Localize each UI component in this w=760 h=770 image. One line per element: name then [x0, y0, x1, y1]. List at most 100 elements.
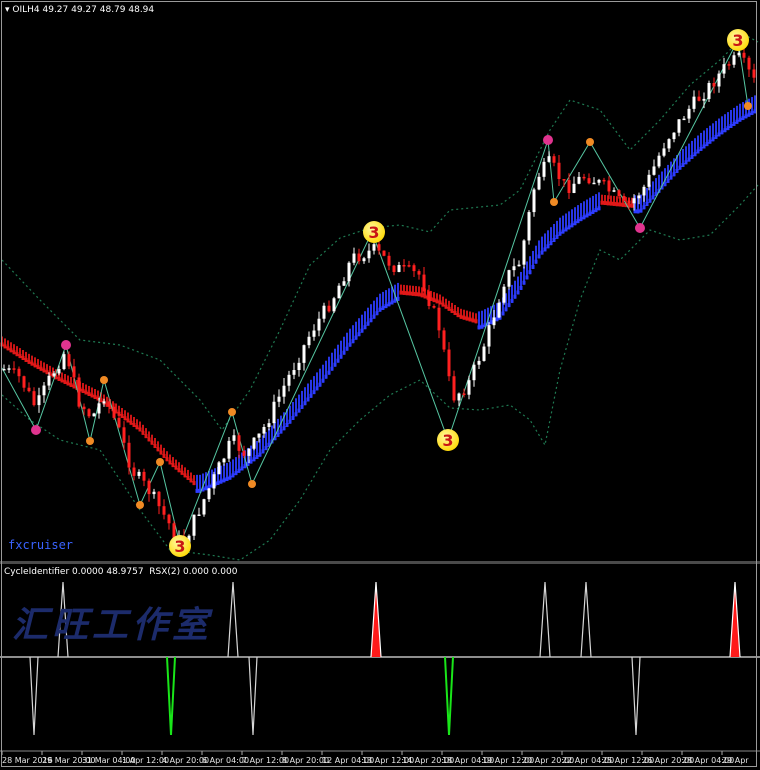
band-tip: [3, 344, 7, 349]
bear-candle: [382, 250, 386, 256]
band-tip: [510, 298, 514, 303]
bear-candle: [387, 255, 391, 266]
bull-candle: [692, 96, 696, 109]
studio-watermark: 汇旺工作室: [12, 605, 213, 646]
band-tip: [720, 130, 724, 135]
band-tip: [306, 397, 310, 402]
band-tip: [315, 386, 319, 391]
cycle-spike: [539, 581, 551, 658]
bear-candle: [87, 409, 91, 417]
zigzag-path: [1, 38, 749, 547]
bear-candle: [357, 253, 361, 262]
band-tip: [30, 361, 34, 366]
band-tip: [252, 457, 256, 462]
band-tip: [609, 201, 613, 206]
bear-candle: [327, 305, 331, 312]
bull-candle: [527, 212, 531, 241]
bull-candle: [277, 396, 281, 402]
price-chart[interactable]: 3 3 3 3 28 Mar 201629 Mar 20:0031 Mar 04:00…: [0, 0, 760, 770]
band-tip: [384, 304, 388, 309]
band-tip: [354, 335, 358, 340]
band-tip: [558, 231, 562, 236]
band-tip: [576, 219, 580, 224]
bear-candle: [107, 401, 111, 407]
cycle-spike: [631, 656, 641, 736]
band-tip: [177, 468, 181, 473]
band-tip: [333, 362, 337, 367]
bull-candle: [47, 375, 51, 386]
band-tip: [726, 126, 730, 131]
bull-candle: [652, 166, 656, 175]
band-tip: [687, 157, 691, 162]
band-tip: [234, 471, 238, 476]
band-tip: [753, 109, 757, 114]
band-tip: [27, 359, 31, 364]
band-tip: [600, 200, 604, 205]
bear-candle: [142, 471, 146, 481]
bull-candle: [667, 139, 671, 149]
bull-candle: [2, 368, 6, 371]
bull-candle: [687, 108, 691, 119]
pane-separator[interactable]: [0, 561, 760, 564]
band-tip: [21, 356, 25, 360]
band-tip: [381, 305, 385, 310]
band-tip: [534, 259, 538, 264]
band-tip: [570, 223, 574, 228]
band-tip: [612, 201, 616, 206]
bull-candle: [317, 318, 321, 331]
bull-candle: [657, 155, 661, 167]
red-cycle-spike: [729, 581, 741, 658]
band-tip: [552, 238, 556, 242]
band-tip: [531, 264, 535, 269]
bear-candle: [412, 265, 416, 272]
band-tip: [474, 319, 478, 324]
band-tip: [81, 389, 85, 393]
band-tip: [651, 195, 655, 200]
brand-watermark: fxcruiser: [8, 538, 74, 552]
bull-candle: [262, 426, 266, 434]
bull-candle: [297, 362, 301, 371]
bear-candle: [132, 467, 136, 476]
band-tip: [174, 465, 178, 470]
band-tip: [648, 198, 652, 203]
band-tip: [318, 382, 322, 387]
band-tip: [744, 114, 748, 119]
lower-envelope: [1, 184, 759, 561]
band-tip: [180, 470, 184, 475]
bull-candle: [497, 302, 501, 318]
band-tip: [303, 401, 307, 406]
bear-candle: [417, 271, 421, 275]
band-tip: [732, 121, 736, 126]
band-tip: [84, 390, 88, 395]
band-tip: [549, 241, 553, 246]
bull-candle: [522, 240, 526, 265]
bear-candle: [32, 391, 36, 406]
band-tip: [501, 311, 505, 316]
band-tip: [693, 152, 697, 157]
band-tip: [15, 352, 19, 357]
band-tip: [138, 427, 142, 432]
band-tip: [36, 365, 40, 370]
bear-candle: [27, 387, 31, 392]
bull-candle: [467, 380, 471, 395]
bull-candle: [737, 52, 741, 56]
band-tip: [204, 486, 208, 491]
bull-candle: [517, 264, 521, 267]
bull-candle: [577, 176, 581, 184]
bear-candle: [607, 180, 611, 192]
band-tip: [366, 321, 370, 326]
bull-candle: [702, 98, 706, 101]
band-tip: [69, 383, 73, 387]
band-tip: [66, 381, 70, 386]
band-tip: [144, 434, 148, 439]
bear-candle: [127, 442, 131, 468]
band-tip: [63, 380, 67, 384]
bull-candle: [192, 514, 196, 536]
band-tip: [522, 280, 526, 285]
band-tip: [165, 457, 169, 462]
bull-candle: [532, 189, 536, 213]
band-tip: [573, 221, 577, 226]
band-tip: [0, 342, 4, 347]
band-tip: [468, 317, 472, 322]
band-tip: [6, 346, 10, 351]
